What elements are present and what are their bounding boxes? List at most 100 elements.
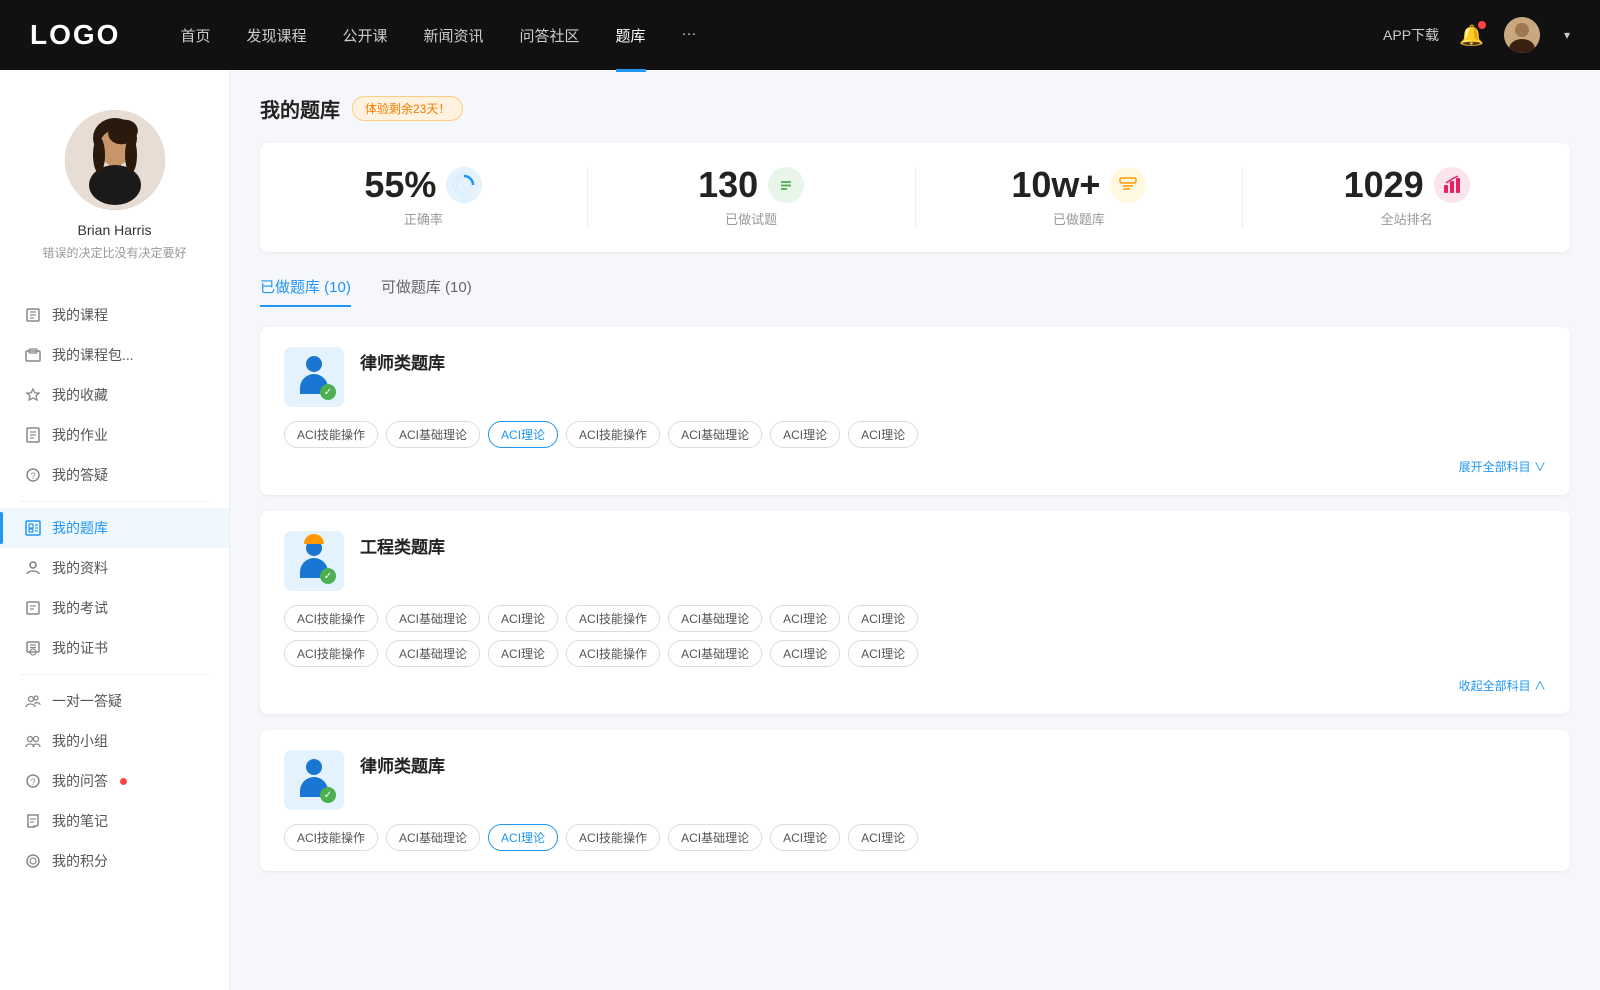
qb-tags-1: ACI技能操作 ACI基础理论 ACI理论 ACI技能操作 ACI基础理论 AC… bbox=[284, 421, 1546, 448]
engineer-check-icon: ✓ bbox=[320, 568, 336, 584]
qb-tag-2-0[interactable]: ACI技能操作 bbox=[284, 605, 378, 632]
oneononqa-icon bbox=[24, 692, 42, 710]
qb-tag-3-3[interactable]: ACI技能操作 bbox=[566, 824, 660, 851]
svg-text:?: ? bbox=[30, 471, 35, 481]
sidebar-label-myexam: 我的考试 bbox=[52, 598, 108, 618]
nav-more[interactable]: ··· bbox=[682, 21, 697, 50]
qb-icon-engineer: ✓ bbox=[284, 531, 344, 591]
qb-tag-2-r2-1[interactable]: ACI基础理论 bbox=[386, 640, 480, 667]
page-header: 我的题库 体验剩余23天！ bbox=[260, 94, 1570, 123]
nav-qa[interactable]: 问答社区 bbox=[520, 21, 580, 50]
person-body: ✓ bbox=[300, 374, 328, 394]
sidebar: Brian Harris 错误的决定比没有决定要好 我的课程 我的课程包... bbox=[0, 70, 230, 990]
avatar-photo bbox=[65, 110, 165, 210]
qb-tag-2-r2-2[interactable]: ACI理论 bbox=[488, 640, 558, 667]
qb-tag-2-r2-0[interactable]: ACI技能操作 bbox=[284, 640, 378, 667]
sidebar-label-mypoints: 我的积分 bbox=[52, 851, 108, 871]
qb-tag-2-1[interactable]: ACI基础理论 bbox=[386, 605, 480, 632]
lawyer2-check-icon: ✓ bbox=[320, 787, 336, 803]
qb-tag-3-2[interactable]: ACI理论 bbox=[488, 824, 558, 851]
sidebar-label-myfavorites: 我的收藏 bbox=[52, 385, 108, 405]
sidebar-item-one-on-one[interactable]: 一对一答疑 bbox=[0, 681, 229, 721]
qb-tag-3-0[interactable]: ACI技能操作 bbox=[284, 824, 378, 851]
nav-news[interactable]: 新闻资讯 bbox=[424, 21, 484, 50]
top-nav: LOGO 首页 发现课程 公开课 新闻资讯 问答社区 题库 ··· APP下载 … bbox=[0, 0, 1600, 70]
qb-tag-1-2[interactable]: ACI理论 bbox=[488, 421, 558, 448]
tab-available[interactable]: 可做题库 (10) bbox=[381, 276, 472, 307]
sidebar-item-mypoints[interactable]: 我的积分 bbox=[0, 841, 229, 881]
nav-discover[interactable]: 发现课程 bbox=[246, 21, 306, 50]
notification-bell[interactable]: 🔔 bbox=[1459, 23, 1484, 48]
lawyer2-body: ✓ bbox=[300, 777, 328, 797]
user-menu-chevron[interactable]: ▾ bbox=[1564, 28, 1570, 42]
qb-info-2: 工程类题库 bbox=[360, 531, 445, 565]
qb-tag-2-6[interactable]: ACI理论 bbox=[848, 605, 918, 632]
stat-value-done-b: 10w+ bbox=[1011, 167, 1100, 203]
person-head bbox=[306, 356, 322, 372]
page-title: 我的题库 bbox=[260, 94, 340, 123]
nav-home[interactable]: 首页 bbox=[180, 21, 210, 50]
sidebar-avatar[interactable] bbox=[65, 110, 165, 210]
sidebar-profile: Brian Harris 错误的决定比没有决定要好 bbox=[0, 90, 229, 285]
sidebar-item-myqa[interactable]: ? 我的答疑 bbox=[0, 455, 229, 495]
engineer-head-wrapper bbox=[306, 540, 322, 558]
qb-tag-2-r2-3[interactable]: ACI技能操作 bbox=[566, 640, 660, 667]
qb-tag-1-5[interactable]: ACI理论 bbox=[770, 421, 840, 448]
stats-row: 55% 正确率 130 bbox=[260, 143, 1570, 252]
qb-icon-lawyer-1: ✓ bbox=[284, 347, 344, 407]
qb-title-2: 工程类题库 bbox=[360, 531, 445, 565]
qb-tag-2-4[interactable]: ACI基础理论 bbox=[668, 605, 762, 632]
stat-done-banks: 10w+ 已做题库 bbox=[916, 167, 1244, 228]
app-download-link[interactable]: APP下载 bbox=[1383, 25, 1439, 45]
sidebar-divider-2 bbox=[20, 674, 209, 675]
sidebar-label-mycertificate: 我的证书 bbox=[52, 638, 108, 658]
sidebar-item-myquizbank[interactable]: 我的题库 bbox=[0, 508, 229, 548]
qb-card-engineer: ✓ 工程类题库 ACI技能操作 ACI基础理论 ACI理论 ACI技能操作 AC… bbox=[260, 511, 1570, 714]
qb-tag-1-1[interactable]: ACI基础理论 bbox=[386, 421, 480, 448]
qb-tag-2-2[interactable]: ACI理论 bbox=[488, 605, 558, 632]
sidebar-item-mycoursepack[interactable]: 我的课程包... bbox=[0, 335, 229, 375]
sidebar-item-myhomework[interactable]: 我的作业 bbox=[0, 415, 229, 455]
sidebar-item-myexam[interactable]: 我的考试 bbox=[0, 588, 229, 628]
qb-tag-1-3[interactable]: ACI技能操作 bbox=[566, 421, 660, 448]
qb-card-header-2: ✓ 工程类题库 bbox=[284, 531, 1546, 591]
qb-tag-1-6[interactable]: ACI理论 bbox=[848, 421, 918, 448]
sidebar-label-mycourse: 我的课程 bbox=[52, 305, 108, 325]
nav-opencourse[interactable]: 公开课 bbox=[342, 21, 387, 50]
qb-info-3: 律师类题库 bbox=[360, 750, 445, 784]
nav-menu: 首页 发现课程 公开课 新闻资讯 问答社区 题库 ··· bbox=[180, 21, 1383, 50]
qb-tag-3-5[interactable]: ACI理论 bbox=[770, 824, 840, 851]
sidebar-item-myprofile[interactable]: 我的资料 bbox=[0, 548, 229, 588]
svg-text:?: ? bbox=[30, 777, 35, 787]
sidebar-item-mynotes[interactable]: 我的笔记 bbox=[0, 801, 229, 841]
sidebar-item-mycourse[interactable]: 我的课程 bbox=[0, 295, 229, 335]
qb-tag-2-3[interactable]: ACI技能操作 bbox=[566, 605, 660, 632]
mycoursepack-icon bbox=[24, 346, 42, 364]
qb-tag-2-5[interactable]: ACI理论 bbox=[770, 605, 840, 632]
sidebar-item-myfavorites[interactable]: 我的收藏 bbox=[0, 375, 229, 415]
sidebar-item-myqanda[interactable]: ? 我的问答 bbox=[0, 761, 229, 801]
tab-done[interactable]: 已做题库 (10) bbox=[260, 276, 351, 307]
person-check-icon: ✓ bbox=[320, 384, 336, 400]
sidebar-item-mycertificate[interactable]: 我的证书 bbox=[0, 628, 229, 668]
qb-tag-1-0[interactable]: ACI技能操作 bbox=[284, 421, 378, 448]
expand-button-1[interactable]: 展开全部科目 ∨ bbox=[284, 458, 1546, 475]
qb-tag-2-r2-6[interactable]: ACI理论 bbox=[848, 640, 918, 667]
qb-tag-3-1[interactable]: ACI基础理论 bbox=[386, 824, 480, 851]
myhomework-icon bbox=[24, 426, 42, 444]
sidebar-item-mygroup[interactable]: 我的小组 bbox=[0, 721, 229, 761]
nav-right: APP下载 🔔 ▾ bbox=[1383, 17, 1570, 53]
myfavorites-icon bbox=[24, 386, 42, 404]
qb-tag-3-6[interactable]: ACI理论 bbox=[848, 824, 918, 851]
logo[interactable]: LOGO bbox=[30, 19, 120, 51]
collapse-button-2[interactable]: 收起全部科目 ∧ bbox=[284, 677, 1546, 694]
qb-tag-3-4[interactable]: ACI基础理论 bbox=[668, 824, 762, 851]
user-avatar[interactable] bbox=[1504, 17, 1540, 53]
qb-tag-2-r2-4[interactable]: ACI基础理论 bbox=[668, 640, 762, 667]
stat-icon-done-q bbox=[768, 167, 804, 203]
stat-icon-done-b bbox=[1110, 167, 1146, 203]
nav-quizbank[interactable]: 题库 bbox=[616, 21, 646, 50]
qb-tag-2-r2-5[interactable]: ACI理论 bbox=[770, 640, 840, 667]
stat-value-rank: 1029 bbox=[1344, 167, 1424, 203]
qb-tag-1-4[interactable]: ACI基础理论 bbox=[668, 421, 762, 448]
